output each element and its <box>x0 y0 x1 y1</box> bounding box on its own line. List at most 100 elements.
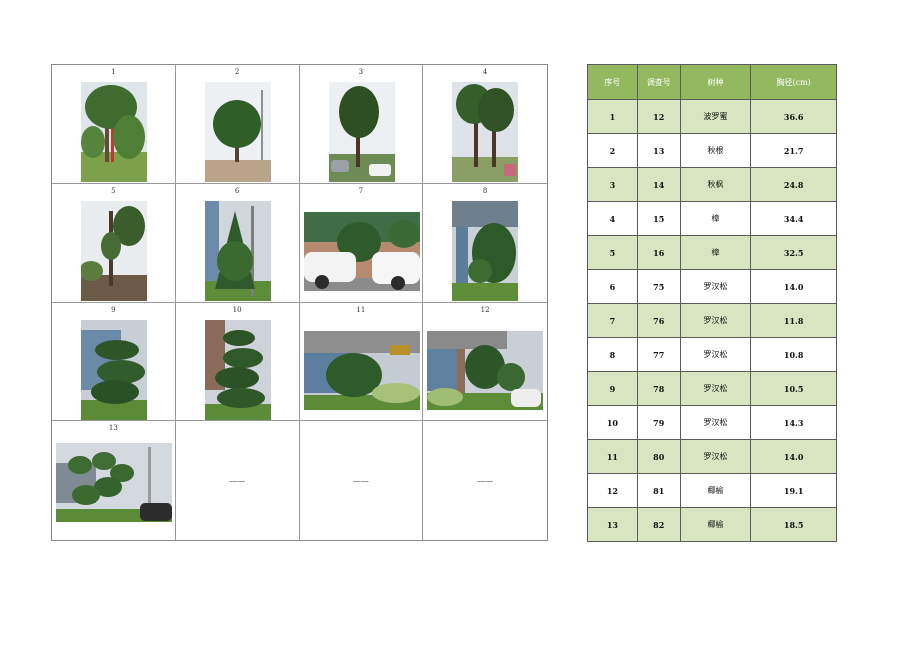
photo-number: 2 <box>234 68 240 76</box>
table-row: 12 81 椰榆 19.1 <box>587 473 837 508</box>
table-row: 2 13 秋根 21.7 <box>587 133 837 168</box>
cell-species: 椰榆 <box>679 473 752 508</box>
photo-number: 12 <box>480 305 490 314</box>
tree-photo <box>81 319 147 420</box>
cell-serial: 5 <box>587 235 638 270</box>
cell-species: 椰榆 <box>679 507 752 542</box>
photo-cell-1: 1 <box>52 65 176 184</box>
photo-cell-11: 11 <box>299 302 424 422</box>
header-serial: 序号 <box>587 64 638 100</box>
cell-dbh: 21.7 <box>750 133 837 168</box>
tree-photo <box>204 200 271 301</box>
cell-dbh: 34.4 <box>750 201 837 236</box>
photo-number: 1 <box>111 68 116 76</box>
cell-dbh: 36.6 <box>750 99 837 134</box>
cell-dbh: 32.5 <box>750 235 837 270</box>
table-row: 5 16 樟 32.5 <box>587 235 837 270</box>
tree-photo <box>303 211 420 291</box>
tree-photo <box>204 82 271 182</box>
photo-number: 13 <box>108 424 118 433</box>
photo-number: 6 <box>234 186 240 195</box>
cell-species: 秋枫 <box>679 167 752 202</box>
table-header-row: 序号 调查号 树种 胸径(cm) <box>587 64 837 100</box>
cell-species: 秋根 <box>679 133 752 168</box>
tree-photo <box>303 330 420 410</box>
cell-serial: 1 <box>587 99 638 134</box>
photo-number: 4 <box>482 68 488 76</box>
photo-number: 3 <box>358 68 364 76</box>
cell-species: 波罗蜜 <box>679 99 752 134</box>
tree-survey-table: 序号 调查号 树种 胸径(cm) 1 12 波罗蜜 36.6 2 13 秋根 2… <box>587 64 837 542</box>
empty-placeholder: —— <box>352 476 369 486</box>
table-row: 11 80 罗汉松 14.0 <box>587 439 837 474</box>
cell-serial: 8 <box>587 337 638 372</box>
tree-photo <box>452 200 519 301</box>
cell-survey-no: 12 <box>636 99 681 134</box>
cell-survey-no: 80 <box>636 439 681 474</box>
photo-grid: 1 2 3 4 5 6 7 8 9 10 11 12 13 —— —— —— <box>51 64 548 541</box>
cell-survey-no: 79 <box>636 405 681 440</box>
cell-survey-no: 78 <box>636 371 681 406</box>
cell-species: 罗汉松 <box>679 405 752 440</box>
table-row: 9 78 罗汉松 10.5 <box>587 371 837 406</box>
photo-number: 9 <box>111 305 116 314</box>
table-row: 10 79 罗汉松 14.3 <box>587 405 837 440</box>
photo-cell-3: 3 <box>299 65 424 184</box>
cell-dbh: 18.5 <box>750 507 837 542</box>
cell-serial: 6 <box>587 269 638 304</box>
table-row: 7 76 罗汉松 11.8 <box>587 303 837 338</box>
cell-serial: 3 <box>587 167 638 202</box>
photo-cell-2: 2 <box>175 65 300 184</box>
cell-serial: 13 <box>587 507 638 542</box>
photo-number: 5 <box>111 186 116 195</box>
photo-cell-10: 10 <box>175 302 300 422</box>
table-row: 8 77 罗汉松 10.8 <box>587 337 837 372</box>
cell-survey-no: 82 <box>636 507 681 542</box>
cell-survey-no: 16 <box>636 235 681 270</box>
tree-photo <box>81 82 147 182</box>
tree-photo <box>56 443 172 523</box>
cell-serial: 12 <box>587 473 638 508</box>
cell-survey-no: 77 <box>636 337 681 372</box>
table-row: 6 75 罗汉松 14.0 <box>587 269 837 304</box>
photo-number: 10 <box>232 305 242 314</box>
photo-cell-6: 6 <box>175 183 300 303</box>
photo-cell-4: 4 <box>423 65 547 184</box>
cell-serial: 11 <box>587 439 638 474</box>
cell-survey-no: 14 <box>636 167 681 202</box>
photo-number: 11 <box>356 305 366 314</box>
cell-serial: 4 <box>587 201 638 236</box>
photo-cell-empty: —— <box>300 421 424 540</box>
header-dbh: 胸径(cm) <box>750 64 837 100</box>
cell-survey-no: 13 <box>636 133 681 168</box>
cell-survey-no: 15 <box>636 201 681 236</box>
photo-cell-8: 8 <box>423 184 547 303</box>
cell-species: 罗汉松 <box>679 439 752 474</box>
tree-photo <box>427 330 544 410</box>
cell-serial: 2 <box>587 133 638 168</box>
tree-photo <box>81 200 147 301</box>
cell-dbh: 24.8 <box>750 167 837 202</box>
photo-cell-12: 12 <box>423 303 547 422</box>
cell-dbh: 19.1 <box>750 473 837 508</box>
tree-photo <box>204 319 271 420</box>
empty-placeholder: —— <box>477 476 494 486</box>
cell-serial: 9 <box>587 371 638 406</box>
tree-photo <box>452 82 519 182</box>
header-survey-no: 调查号 <box>636 64 681 100</box>
photo-cell-empty: —— <box>176 421 300 540</box>
cell-species: 罗汉松 <box>679 303 752 338</box>
cell-species: 罗汉松 <box>679 337 752 372</box>
cell-dbh: 11.8 <box>750 303 837 338</box>
photo-number: 8 <box>482 186 488 195</box>
table-row: 4 15 樟 34.4 <box>587 201 837 236</box>
cell-species: 樟 <box>679 235 752 270</box>
empty-placeholder: —— <box>229 476 246 486</box>
photo-cell-5: 5 <box>52 183 176 303</box>
header-species: 树种 <box>679 64 752 100</box>
table-row: 1 12 波罗蜜 36.6 <box>587 99 837 134</box>
cell-survey-no: 81 <box>636 473 681 508</box>
cell-dbh: 14.3 <box>750 405 837 440</box>
table-row: 13 82 椰榆 18.5 <box>587 507 837 542</box>
cell-dbh: 14.0 <box>750 269 837 304</box>
